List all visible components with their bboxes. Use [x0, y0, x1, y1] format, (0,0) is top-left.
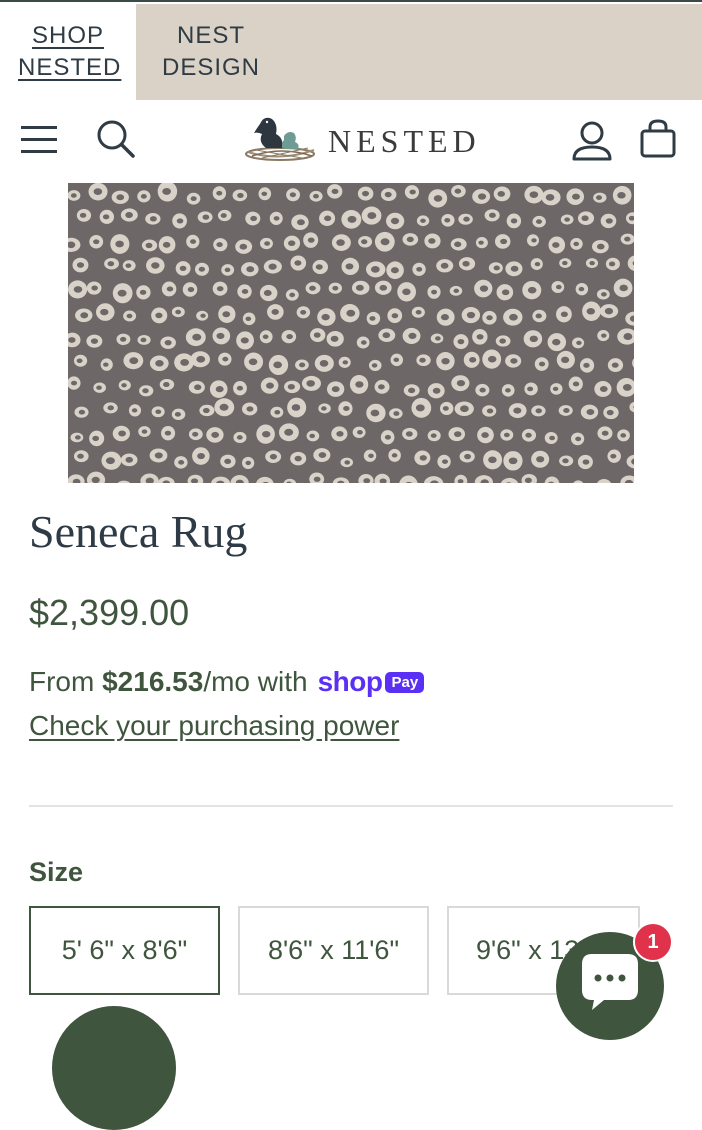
search-icon[interactable]	[95, 118, 137, 165]
product-image-rug[interactable]	[61, 181, 646, 495]
shop-pay-badge: Pay	[385, 671, 425, 693]
section-divider	[29, 805, 673, 807]
size-option-1-selected[interactable]: 5' 6" x 8'6"	[29, 906, 220, 995]
brand-name: NESTED	[328, 122, 481, 159]
rug-pattern	[61, 181, 646, 495]
installment-amount: $216.53	[102, 666, 204, 697]
nested-logo[interactable]: NESTED	[242, 112, 476, 171]
installment-prefix: From	[29, 666, 103, 697]
product-title: Seneca Rug	[29, 506, 248, 557]
check-purchasing-power-link[interactable]: Check your purchasing power	[29, 710, 399, 742]
size-option-2[interactable]: 8'6" x 11'6"	[238, 906, 429, 995]
top-tabs-bar: SHOP NESTED NEST DESIGN	[0, 0, 702, 100]
product-price: $2,399.00	[29, 592, 190, 633]
installment-suffix: /mo with	[203, 666, 308, 697]
tab-nest-design-label: NEST DESIGN	[161, 22, 260, 81]
shop-pay-logo: shop	[317, 666, 383, 697]
tab-shop-nested-label: SHOP NESTED	[18, 22, 122, 81]
chat-unread-badge: 1	[633, 922, 673, 962]
bird-nest-icon	[242, 112, 320, 171]
tab-nest-design[interactable]: NEST DESIGN	[136, 4, 702, 100]
account-icon[interactable]	[571, 120, 613, 167]
add-to-cart-button-partial[interactable]	[52, 1006, 176, 1130]
menu-icon[interactable]	[20, 122, 60, 161]
shop-pay-installments: From $216.53 /mo with shop Pay	[29, 666, 425, 698]
tab-shop-nested[interactable]: SHOP NESTED	[0, 4, 136, 100]
size-label: Size	[29, 857, 84, 887]
cart-icon[interactable]	[638, 118, 678, 165]
